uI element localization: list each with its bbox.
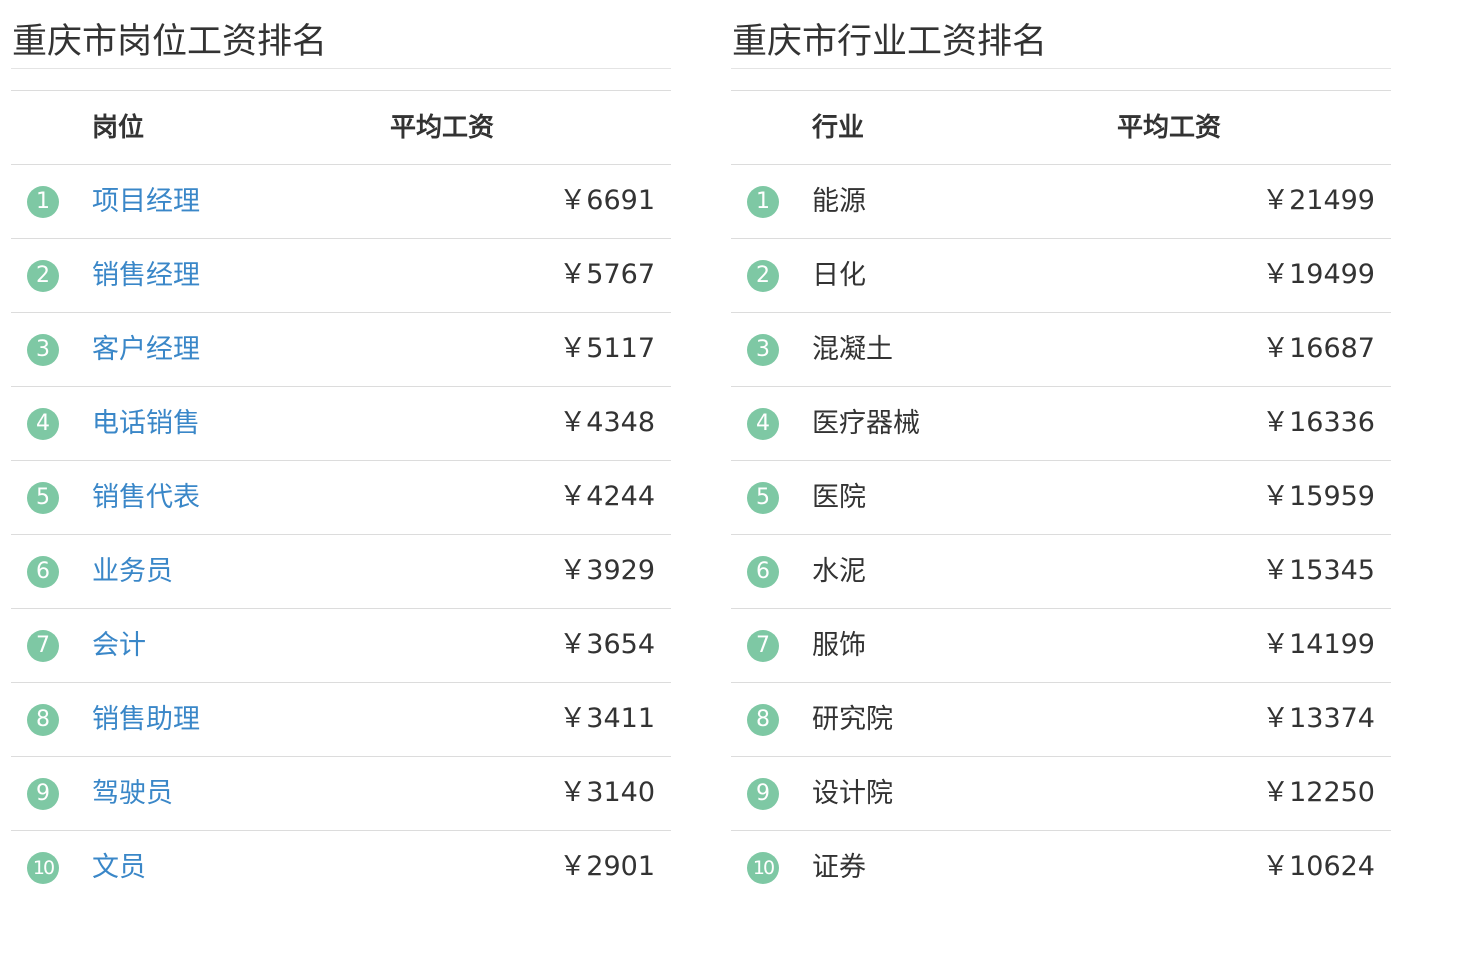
industry-name: 服饰 [812, 630, 866, 661]
rank-badge: 8 [747, 704, 779, 736]
industry-name: 设计院 [812, 778, 893, 809]
rank-badge: 5 [27, 482, 59, 514]
position-link[interactable]: 电话销售 [92, 405, 200, 443]
table-row: 1 能源 ￥21499 [731, 165, 1391, 239]
position-link[interactable]: 业务员 [92, 553, 173, 591]
table-row: 10 文员 ￥2901 [11, 831, 671, 904]
rank-badge: 9 [747, 778, 779, 810]
position-link[interactable]: 驾驶员 [92, 775, 173, 813]
rank-badge: 6 [747, 556, 779, 588]
industry-rows: 1 能源 ￥21499 2 日化 ￥19499 3 混凝土 ￥16687 4 医疗器械 ￥16336 5… [731, 165, 1391, 904]
average-salary-value: ￥15345 [1262, 555, 1375, 586]
table-row: 10 证券 ￥10624 [731, 831, 1391, 904]
average-salary-value: ￥4348 [559, 407, 655, 438]
rank-badge: 9 [27, 778, 59, 810]
position-rows: 1 项目经理 ￥6691 2 销售经理 ￥5767 3 客户经理 ￥5117 4 电话销售 ￥4348… [11, 165, 671, 904]
rank-badge: 7 [27, 630, 59, 662]
industry-name: 医院 [812, 482, 866, 513]
rank-badge: 1 [27, 186, 59, 218]
rank-badge: 3 [27, 334, 59, 366]
industry-ranking-table: 行业 平均工资 1 能源 ￥21499 2 日化 ￥19499 3 混凝土 ￥16687 4 医疗器… [731, 90, 1391, 904]
table-row: 2 日化 ￥19499 [731, 239, 1391, 313]
table-row: 5 医院 ￥15959 [731, 461, 1391, 535]
table-row: 8 销售助理 ￥3411 [11, 683, 671, 757]
column-header-position: 岗位 [92, 113, 145, 143]
average-salary-value: ￥13374 [1262, 703, 1375, 734]
table-row: 3 混凝土 ￥16687 [731, 313, 1391, 387]
rank-badge: 2 [27, 260, 59, 292]
column-header-average-salary: 平均工资 [390, 113, 495, 143]
average-salary-value: ￥12250 [1262, 777, 1375, 808]
rank-badge: 7 [747, 630, 779, 662]
table-row: 8 研究院 ￥13374 [731, 683, 1391, 757]
average-salary-value: ￥15959 [1262, 481, 1375, 512]
rank-badge: 4 [27, 408, 59, 440]
position-link[interactable]: 会计 [92, 627, 146, 665]
average-salary-value: ￥3140 [559, 777, 655, 808]
rank-badge: 2 [747, 260, 779, 292]
position-link[interactable]: 项目经理 [92, 183, 200, 221]
rank-badge: 6 [27, 556, 59, 588]
position-link[interactable]: 销售经理 [92, 257, 200, 295]
industry-name: 证券 [812, 852, 866, 883]
rank-badge: 1 [747, 186, 779, 218]
position-ranking-title: 重庆市岗位工资排名 [11, 0, 671, 69]
rank-badge: 10 [747, 852, 779, 884]
column-header-average-salary: 平均工资 [1117, 113, 1222, 143]
table-row: 5 销售代表 ￥4244 [11, 461, 671, 535]
average-salary-value: ￥2901 [559, 851, 655, 882]
industry-name: 水泥 [812, 556, 866, 587]
position-ranking-table: 岗位 平均工资 1 项目经理 ￥6691 2 销售经理 ￥5767 3 客户经理 ￥5117 4 电… [11, 90, 671, 904]
table-row: 1 项目经理 ￥6691 [11, 165, 671, 239]
rank-badge: 5 [747, 482, 779, 514]
rank-badge: 8 [27, 704, 59, 736]
position-link[interactable]: 文员 [92, 849, 146, 887]
average-salary-value: ￥3929 [559, 555, 655, 586]
table-row: 9 设计院 ￥12250 [731, 757, 1391, 831]
rank-badge: 4 [747, 408, 779, 440]
average-salary-value: ￥5117 [559, 333, 655, 364]
table-row: 4 医疗器械 ￥16336 [731, 387, 1391, 461]
table-row: 7 服饰 ￥14199 [731, 609, 1391, 683]
average-salary-value: ￥16336 [1262, 407, 1375, 438]
rank-badge: 10 [27, 852, 59, 884]
table-header: 行业 平均工资 [731, 91, 1391, 165]
position-salary-panel: 重庆市岗位工资排名 岗位 平均工资 1 项目经理 ￥6691 2 销售经理 ￥5767 3 客… [11, 0, 671, 904]
industry-salary-panel: 重庆市行业工资排名 行业 平均工资 1 能源 ￥21499 2 日化 ￥19499 3 混凝土… [731, 0, 1391, 904]
position-link[interactable]: 销售助理 [92, 701, 200, 739]
position-link[interactable]: 客户经理 [92, 331, 200, 369]
table-row: 2 销售经理 ￥5767 [11, 239, 671, 313]
table-row: 7 会计 ￥3654 [11, 609, 671, 683]
average-salary-value: ￥3411 [559, 703, 655, 734]
average-salary-value: ￥4244 [559, 481, 655, 512]
industry-name: 日化 [812, 260, 866, 291]
average-salary-value: ￥21499 [1262, 185, 1375, 216]
table-header: 岗位 平均工资 [11, 91, 671, 165]
rank-badge: 3 [747, 334, 779, 366]
column-header-industry: 行业 [812, 113, 865, 143]
average-salary-value: ￥6691 [559, 185, 655, 216]
position-link[interactable]: 销售代表 [92, 479, 200, 517]
average-salary-value: ￥19499 [1262, 259, 1375, 290]
table-row: 3 客户经理 ￥5117 [11, 313, 671, 387]
table-row: 6 水泥 ￥15345 [731, 535, 1391, 609]
average-salary-value: ￥5767 [559, 259, 655, 290]
table-row: 6 业务员 ￥3929 [11, 535, 671, 609]
average-salary-value: ￥10624 [1262, 851, 1375, 882]
table-row: 9 驾驶员 ￥3140 [11, 757, 671, 831]
table-row: 4 电话销售 ￥4348 [11, 387, 671, 461]
industry-ranking-title: 重庆市行业工资排名 [731, 0, 1391, 69]
average-salary-value: ￥14199 [1262, 629, 1375, 660]
average-salary-value: ￥16687 [1262, 333, 1375, 364]
industry-name: 研究院 [812, 704, 893, 735]
average-salary-value: ￥3654 [559, 629, 655, 660]
industry-name: 混凝土 [812, 334, 893, 365]
industry-name: 医疗器械 [812, 408, 920, 439]
industry-name: 能源 [812, 186, 866, 217]
